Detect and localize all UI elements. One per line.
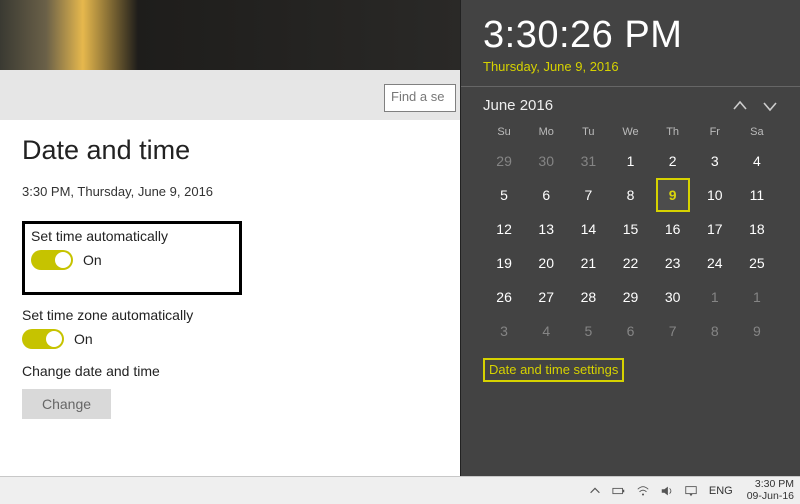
set-tz-auto-toggle[interactable] bbox=[22, 329, 64, 349]
calendar-day[interactable]: 1 bbox=[736, 282, 778, 312]
calendar-day[interactable]: 28 bbox=[567, 282, 609, 312]
calendar-day[interactable]: 8 bbox=[609, 180, 651, 210]
set-time-auto-label: Set time automatically bbox=[31, 228, 233, 244]
calendar-next-icon[interactable] bbox=[762, 98, 778, 114]
set-time-auto-state: On bbox=[83, 252, 102, 268]
calendar-day-today[interactable]: 9 bbox=[652, 180, 694, 210]
wifi-icon[interactable] bbox=[635, 483, 651, 499]
tray-clock-date: 09-Jun-16 bbox=[747, 491, 794, 502]
calendar-day[interactable]: 10 bbox=[694, 180, 736, 210]
flyout-time: 3:30:26 PM bbox=[483, 14, 778, 57]
flyout-date[interactable]: Thursday, June 9, 2016 bbox=[483, 59, 778, 74]
calendar-day[interactable]: 6 bbox=[609, 316, 651, 346]
calendar-day[interactable]: 24 bbox=[694, 248, 736, 278]
tray-overflow-icon[interactable] bbox=[587, 483, 603, 499]
action-center-icon[interactable] bbox=[683, 483, 699, 499]
calendar-dow: We bbox=[609, 120, 651, 142]
calendar-day[interactable]: 14 bbox=[567, 214, 609, 244]
calendar-day[interactable]: 5 bbox=[567, 316, 609, 346]
calendar-day[interactable]: 26 bbox=[483, 282, 525, 312]
change-date-time-label: Change date and time bbox=[22, 363, 422, 379]
calendar-dow: Sa bbox=[736, 120, 778, 142]
calendar-day[interactable]: 2 bbox=[652, 146, 694, 176]
calendar-day[interactable]: 5 bbox=[483, 180, 525, 210]
tray-clock[interactable]: 3:30 PM 09-Jun-16 bbox=[743, 479, 794, 501]
current-datetime-text: 3:30 PM, Thursday, June 9, 2016 bbox=[22, 184, 422, 199]
calendar-day[interactable]: 31 bbox=[567, 146, 609, 176]
calendar-day[interactable]: 22 bbox=[609, 248, 651, 278]
calendar-day[interactable]: 15 bbox=[609, 214, 651, 244]
calendar-day[interactable]: 13 bbox=[525, 214, 567, 244]
change-date-time-button[interactable]: Change bbox=[22, 389, 111, 419]
clock-calendar-flyout: 3:30:26 PM Thursday, June 9, 2016 June 2… bbox=[460, 0, 800, 476]
taskbar: ENG 3:30 PM 09-Jun-16 bbox=[0, 476, 800, 504]
calendar-day[interactable]: 29 bbox=[483, 146, 525, 176]
calendar-dow: Su bbox=[483, 120, 525, 142]
tray-clock-time: 3:30 PM bbox=[747, 479, 794, 490]
calendar-day[interactable]: 4 bbox=[736, 146, 778, 176]
calendar-dow: Fr bbox=[694, 120, 736, 142]
calendar-grid: SuMoTuWeThFrSa29303112345678910111213141… bbox=[483, 120, 778, 346]
calendar-day[interactable]: 7 bbox=[567, 180, 609, 210]
calendar-day[interactable]: 3 bbox=[483, 316, 525, 346]
flyout-divider bbox=[461, 86, 800, 87]
calendar-prev-icon[interactable] bbox=[732, 98, 748, 114]
highlight-set-time-auto: Set time automatically On bbox=[22, 221, 242, 295]
calendar-day[interactable]: 18 bbox=[736, 214, 778, 244]
highlight-date-time-settings-link: Date and time settings bbox=[483, 358, 624, 382]
calendar-day[interactable]: 25 bbox=[736, 248, 778, 278]
calendar-dow: Tu bbox=[567, 120, 609, 142]
set-time-auto-toggle[interactable] bbox=[31, 250, 73, 270]
set-tz-auto-label: Set time zone automatically bbox=[22, 307, 422, 323]
calendar-day[interactable]: 19 bbox=[483, 248, 525, 278]
calendar-day[interactable]: 29 bbox=[609, 282, 651, 312]
calendar-day[interactable]: 12 bbox=[483, 214, 525, 244]
calendar-dow: Mo bbox=[525, 120, 567, 142]
calendar-day[interactable]: 8 bbox=[694, 316, 736, 346]
calendar-day[interactable]: 11 bbox=[736, 180, 778, 210]
calendar-day[interactable]: 6 bbox=[525, 180, 567, 210]
volume-icon[interactable] bbox=[659, 483, 675, 499]
battery-icon[interactable] bbox=[611, 483, 627, 499]
calendar-month-label[interactable]: June 2016 bbox=[483, 97, 553, 114]
calendar-day[interactable]: 27 bbox=[525, 282, 567, 312]
date-time-settings-panel: Date and time 3:30 PM, Thursday, June 9,… bbox=[22, 135, 422, 419]
date-time-settings-link[interactable]: Date and time settings bbox=[489, 362, 618, 377]
calendar-dow: Th bbox=[652, 120, 694, 142]
calendar-day[interactable]: 20 bbox=[525, 248, 567, 278]
calendar-day[interactable]: 30 bbox=[652, 282, 694, 312]
calendar-day[interactable]: 1 bbox=[609, 146, 651, 176]
calendar-day[interactable]: 9 bbox=[736, 316, 778, 346]
desktop-wallpaper-strip bbox=[0, 0, 460, 70]
calendar-day[interactable]: 23 bbox=[652, 248, 694, 278]
calendar-day[interactable]: 3 bbox=[694, 146, 736, 176]
calendar-day[interactable]: 4 bbox=[525, 316, 567, 346]
calendar-day[interactable]: 30 bbox=[525, 146, 567, 176]
set-tz-auto-state: On bbox=[74, 331, 93, 347]
tray-language[interactable]: ENG bbox=[707, 485, 735, 497]
settings-search-input[interactable]: Find a se bbox=[384, 84, 456, 112]
page-title: Date and time bbox=[22, 135, 422, 166]
calendar-day[interactable]: 17 bbox=[694, 214, 736, 244]
calendar-day[interactable]: 21 bbox=[567, 248, 609, 278]
calendar-day[interactable]: 7 bbox=[652, 316, 694, 346]
calendar-day[interactable]: 16 bbox=[652, 214, 694, 244]
calendar-day[interactable]: 1 bbox=[694, 282, 736, 312]
